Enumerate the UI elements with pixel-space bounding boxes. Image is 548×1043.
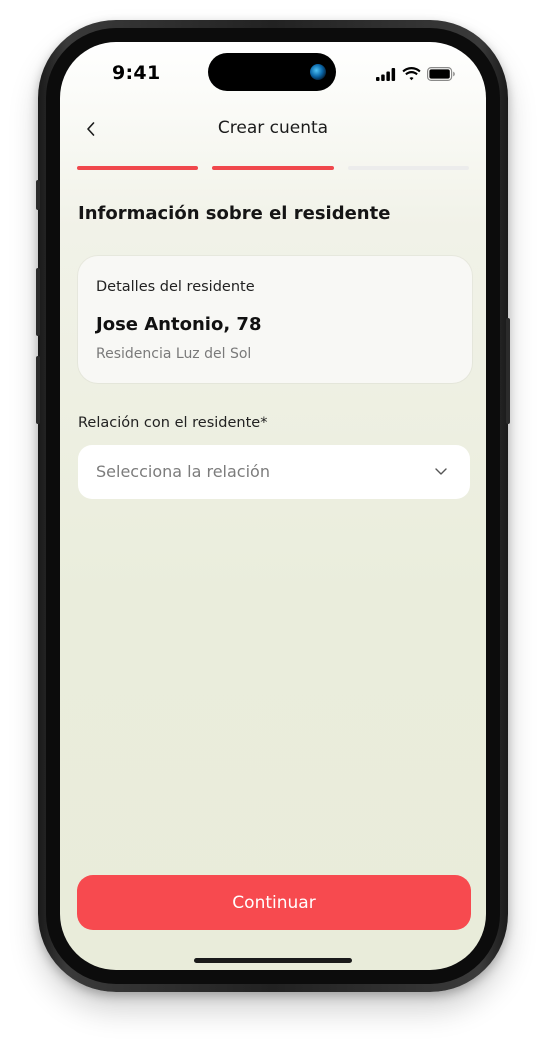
continue-button[interactable]: Continuar xyxy=(77,875,471,930)
battery-icon xyxy=(427,66,456,85)
resident-details-card: Detalles del residente Jose Antonio, 78 … xyxy=(78,256,472,383)
dynamic-island xyxy=(208,53,336,91)
step-progress xyxy=(77,166,469,170)
volume-down-button xyxy=(36,356,40,424)
section-title: Información sobre el residente xyxy=(78,203,391,224)
relation-select-placeholder: Selecciona la relación xyxy=(96,462,270,481)
progress-step-3 xyxy=(347,166,469,170)
chevron-down-icon xyxy=(435,468,447,475)
resident-residence: Residencia Luz del Sol xyxy=(96,346,252,362)
resident-name: Jose Antonio, 78 xyxy=(96,314,262,335)
camera-icon xyxy=(310,64,326,80)
app-screen: 9:41 Crear cuenta Información sobre el r… xyxy=(60,42,486,970)
relation-field-label: Relación con el residente* xyxy=(78,415,268,431)
progress-step-2 xyxy=(212,166,334,170)
page-title: Crear cuenta xyxy=(217,118,329,138)
power-button xyxy=(506,318,510,424)
home-indicator xyxy=(194,958,352,963)
action-button xyxy=(36,180,40,210)
resident-details-label: Detalles del residente xyxy=(96,279,255,295)
volume-up-button xyxy=(36,268,40,336)
wifi-icon xyxy=(402,66,421,85)
cellular-signal-icon xyxy=(376,66,396,85)
relation-select[interactable]: Selecciona la relación xyxy=(78,445,470,499)
status-icons xyxy=(376,66,456,85)
app-header: Crear cuenta xyxy=(60,112,486,146)
progress-step-1 xyxy=(77,166,199,170)
status-time: 9:41 xyxy=(112,62,161,84)
